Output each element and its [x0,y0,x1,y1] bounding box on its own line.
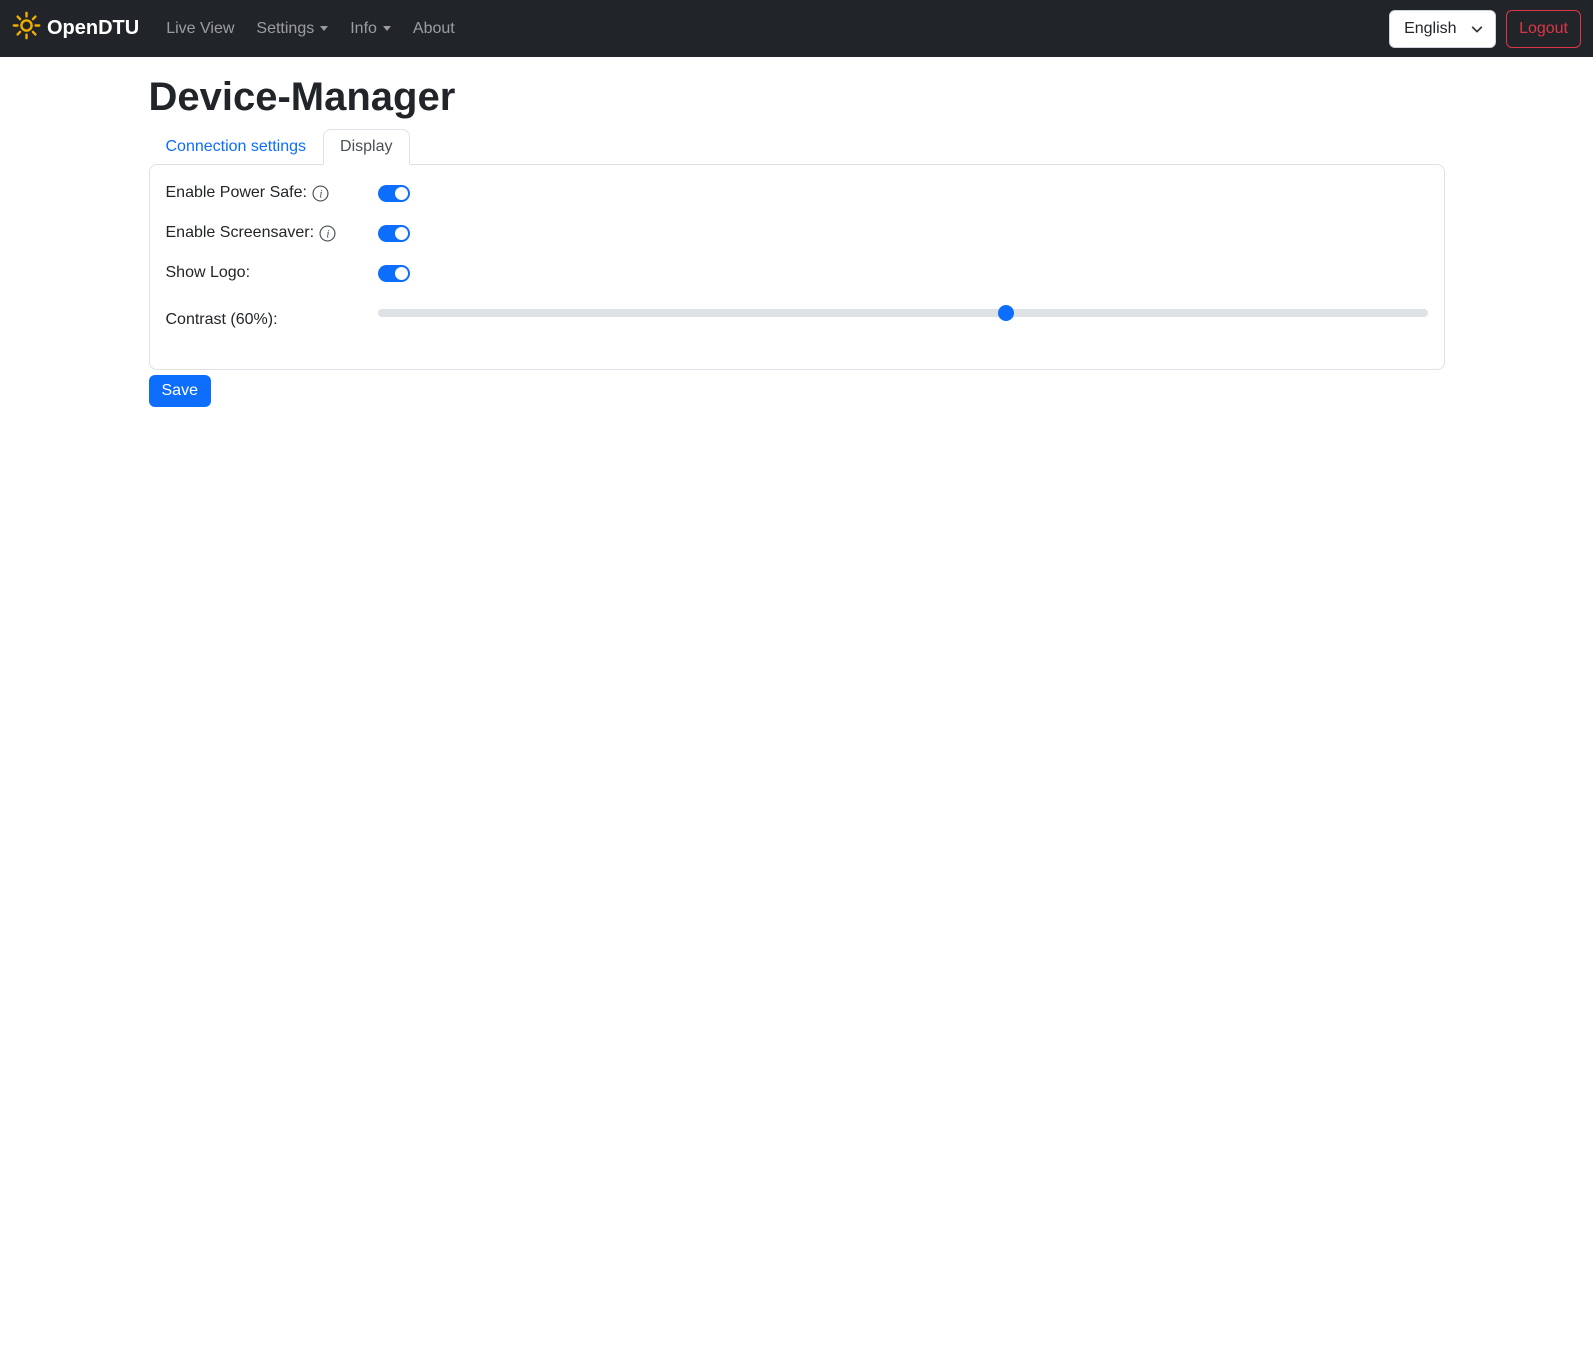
toggle-knob [394,266,408,280]
contrast-label: Contrast (60%): [165,311,278,328]
info-icon[interactable]: i [312,184,329,202]
display-settings-card: Enable Power Safe: i Enable Screensaver: [148,164,1445,370]
toggle-knob [394,226,408,240]
tab-bar: Connection settings Display [149,129,1445,165]
logout-button[interactable]: Logout [1506,9,1581,48]
show-logo-label: Show Logo: [165,264,251,281]
field-contrast: Contrast (60%): [166,301,1428,353]
navbar-right: English Logout [1389,9,1581,48]
page-title: Device-Manager [148,75,456,119]
field-show-logo: Show Logo: [166,261,1428,285]
tab-connection-settings[interactable]: Connection settings [149,129,324,165]
field-control [377,301,1428,321]
enable-power-safe-label: Enable Power Safe: [165,184,307,201]
enable-screensaver-label: Enable Screensaver: [165,224,315,241]
field-control [377,184,1428,202]
field-control [377,264,1428,282]
field-enable-power-safe: Enable Power Safe: i [166,181,1428,205]
enable-power-safe-toggle[interactable] [377,184,410,202]
svg-text:i: i [326,228,329,240]
enable-screensaver-toggle[interactable] [377,224,410,242]
info-icon[interactable]: i [319,224,336,242]
brand-label: OpenDTU [47,17,140,39]
caret-down-icon [382,25,391,31]
toggle-knob [394,186,408,200]
field-label: Enable Power Safe: i [166,184,378,202]
main-container: Device-Manager Connection settings Displ… [137,73,1457,407]
caret-down-icon [320,25,329,31]
language-select[interactable]: English [1389,9,1497,48]
language-select-wrap: English [1389,9,1497,48]
field-label: Contrast (60%): [166,301,378,329]
field-label: Show Logo: [166,264,378,282]
nav-links: Live View Settings Info About [155,20,466,38]
nav-item-about[interactable]: About [405,12,463,45]
contrast-slider[interactable] [377,305,1428,321]
save-button[interactable]: Save [148,375,211,407]
field-control [377,224,1428,242]
show-logo-toggle[interactable] [377,264,410,282]
nav-item-info[interactable]: Info [342,12,399,45]
tab-display[interactable]: Display [323,129,410,165]
brand-link[interactable]: OpenDTU [12,11,147,46]
top-navbar: OpenDTU Live View Settings Info About En… [0,0,1593,57]
svg-text:i: i [319,188,322,200]
sun-icon [12,11,41,46]
nav-item-live-view[interactable]: Live View [158,12,242,45]
field-label: Enable Screensaver: i [166,224,378,242]
field-enable-screensaver: Enable Screensaver: i [166,221,1428,245]
nav-item-settings[interactable]: Settings [248,12,336,45]
